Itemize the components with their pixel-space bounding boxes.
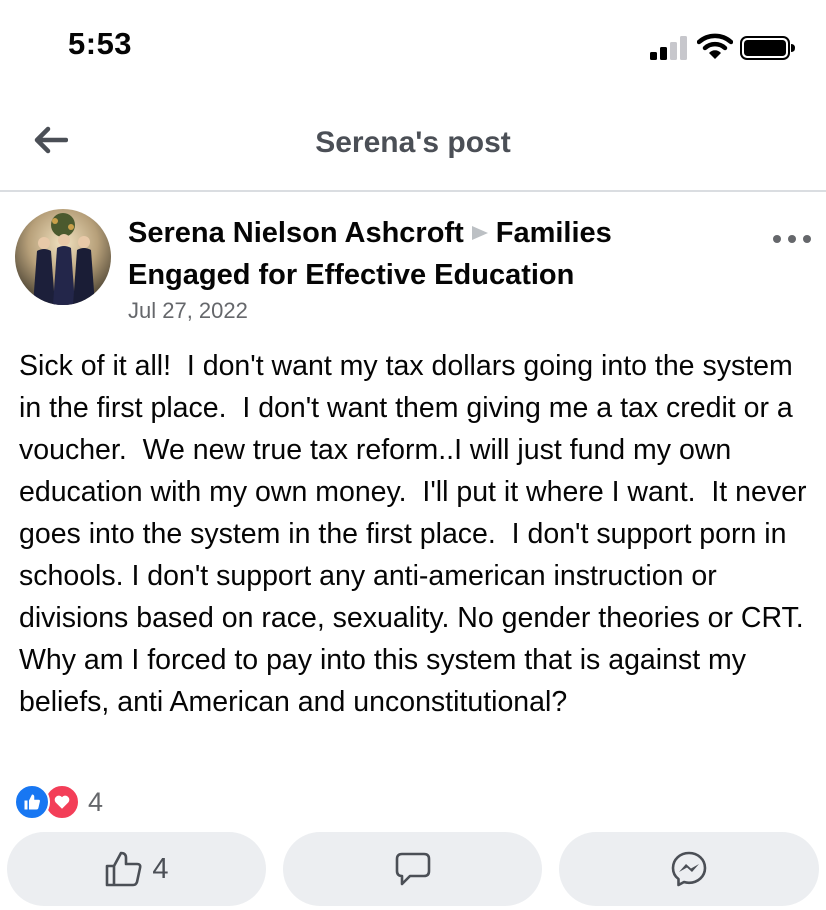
post-text: Sick of it all! I don't want my tax doll… [19, 350, 820, 718]
like-icon [14, 784, 50, 820]
post-author-line: Serena Nielson Ashcroft Families Engaged … [128, 212, 688, 296]
like-button[interactable]: 4 [7, 832, 266, 906]
reactions-summary[interactable]: 4 [14, 784, 103, 820]
comment-button[interactable] [283, 832, 542, 906]
more-options-button[interactable] [770, 224, 814, 254]
messenger-share-button[interactable] [559, 832, 819, 906]
post-header-bar: Serena's post [0, 100, 826, 192]
post-date[interactable]: Jul 27, 2022 [128, 298, 248, 324]
avatar-image [15, 209, 111, 305]
page-title: Serena's post [315, 126, 511, 159]
author-name[interactable]: Serena Nielson Ashcroft [128, 217, 464, 249]
more-horizontal-icon [773, 235, 811, 243]
status-time: 5:53 [68, 26, 133, 61]
like-count: 4 [152, 852, 169, 885]
comment-icon [395, 852, 430, 886]
reaction-count: 4 [88, 786, 104, 817]
avatar[interactable] [15, 209, 111, 305]
wifi-icon [697, 33, 733, 59]
messenger-icon [671, 851, 707, 887]
signal-icon [650, 36, 687, 60]
thumbs-up-icon [106, 851, 142, 887]
battery-icon [740, 36, 795, 60]
caret-right-icon [470, 212, 490, 254]
status-bar: 5:53 [0, 0, 826, 90]
